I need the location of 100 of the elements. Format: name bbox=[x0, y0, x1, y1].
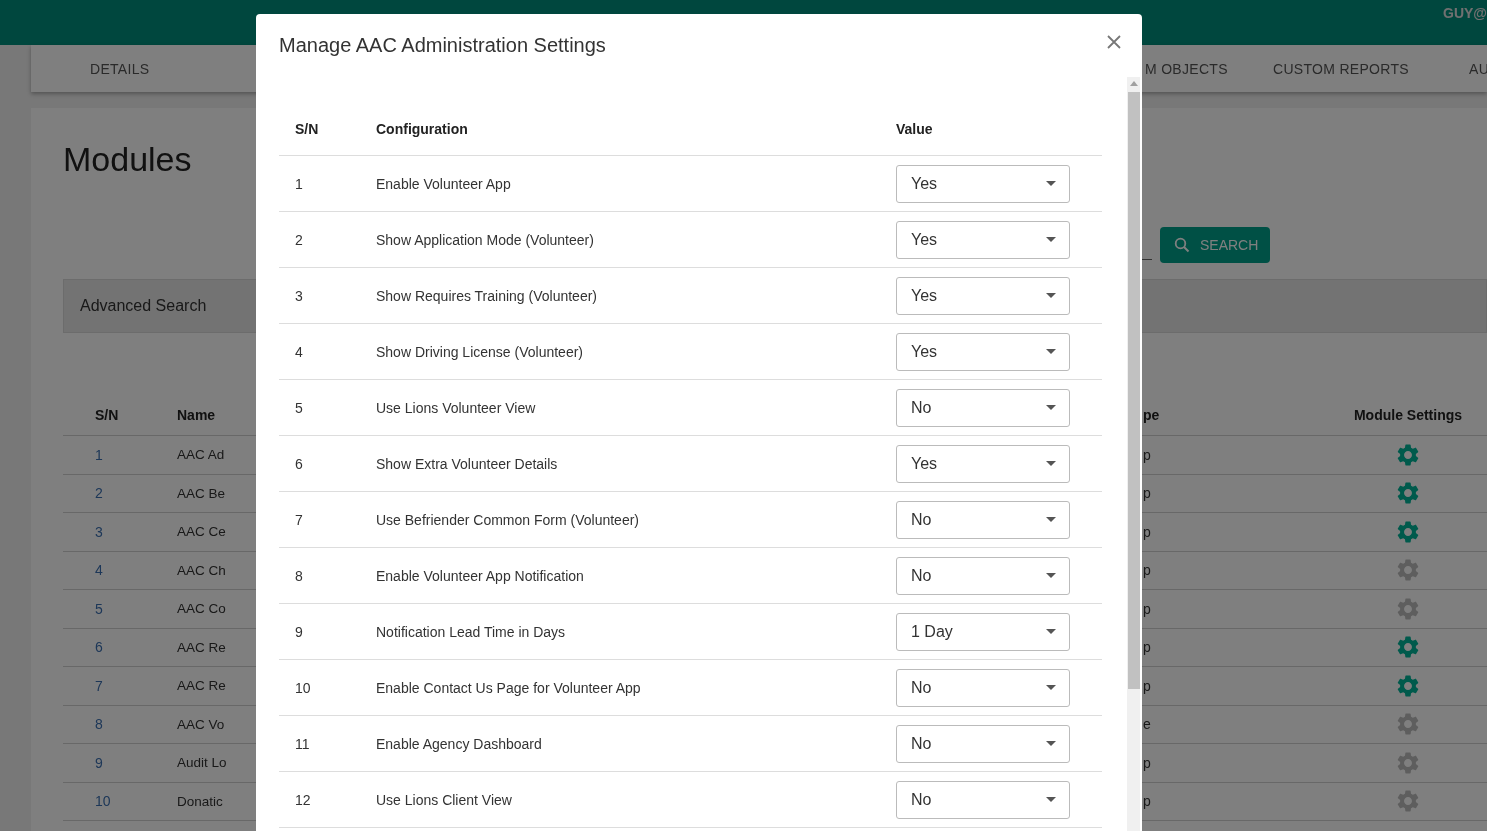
column-header: Name bbox=[177, 407, 216, 423]
table-cell: p bbox=[1143, 485, 1151, 502]
table-cell: p bbox=[1143, 677, 1151, 694]
table-cell: AAC Co bbox=[177, 601, 226, 617]
table-cell-text: 7 bbox=[94, 677, 103, 694]
table-cell-text: 2 bbox=[294, 231, 304, 248]
table-cell: AAC Ch bbox=[177, 562, 226, 578]
table-cell-text: 10 bbox=[94, 793, 111, 810]
table-cell-text: Show Requires Training (Volunteer) bbox=[376, 287, 598, 304]
gear-icon[interactable] bbox=[1397, 751, 1419, 774]
caret-icon bbox=[1046, 349, 1056, 354]
table-cell-text: Enable Volunteer App bbox=[376, 175, 512, 192]
value-dropdown[interactable]: No bbox=[896, 556, 1070, 595]
table-cell: p bbox=[1143, 446, 1151, 463]
table-cell: Donatic bbox=[177, 793, 223, 809]
caret-icon bbox=[1046, 797, 1056, 802]
value-dropdown[interactable]: No bbox=[896, 668, 1070, 707]
value-dropdown[interactable]: No bbox=[896, 388, 1070, 427]
gear-icon[interactable] bbox=[1397, 559, 1419, 582]
table-cell-text: Enable Agency Dashboard bbox=[376, 735, 543, 752]
table-cell-text: Use Befriender Common Form (Volunteer) bbox=[376, 511, 640, 528]
value-dropdown[interactable]: Yes bbox=[896, 332, 1070, 371]
gear-icon[interactable] bbox=[1397, 482, 1419, 505]
value-dropdown[interactable]: No bbox=[896, 780, 1070, 819]
column-header: Value bbox=[896, 121, 934, 137]
close-icon[interactable] bbox=[1106, 34, 1122, 50]
user-email: GUY@ bbox=[1443, 5, 1487, 21]
table-cell: AAC Ce bbox=[177, 524, 226, 540]
gear-icon[interactable] bbox=[1397, 674, 1419, 697]
table-cell-text: 1 bbox=[294, 175, 304, 192]
table-cell-text: 3 bbox=[94, 523, 103, 540]
gear-icon[interactable] bbox=[1397, 636, 1419, 659]
caret-icon bbox=[1046, 741, 1056, 746]
table-cell: p bbox=[1143, 600, 1151, 617]
value-dropdown[interactable]: No bbox=[896, 724, 1070, 763]
column-header: Module Settings bbox=[1353, 407, 1463, 423]
table-cell-text: Enable Contact Us Page for Volunteer App bbox=[376, 679, 642, 696]
dialog-title: Manage AAC Administration Settings bbox=[279, 34, 606, 57]
table-cell-text: 4 bbox=[94, 562, 103, 579]
table-cell-text: 3 bbox=[294, 287, 304, 304]
table-cell-text: 6 bbox=[94, 639, 103, 656]
gear-icon[interactable] bbox=[1397, 597, 1419, 620]
table-cell: p bbox=[1143, 793, 1151, 810]
value-dropdown[interactable]: Yes bbox=[896, 164, 1070, 203]
column-header: Configuration bbox=[376, 121, 469, 137]
table-cell-text: Notification Lead Time in Days bbox=[376, 623, 567, 640]
value-dropdown[interactable]: No bbox=[896, 500, 1070, 539]
table-cell-text: 9 bbox=[294, 623, 304, 640]
search-icon bbox=[1174, 237, 1190, 253]
column-header: S/N bbox=[94, 407, 119, 423]
gear-icon[interactable] bbox=[1397, 443, 1419, 466]
table-cell: AAC Vo bbox=[177, 716, 225, 732]
caret-icon bbox=[1046, 293, 1056, 298]
table-cell: AAC Re bbox=[177, 678, 226, 694]
caret-icon bbox=[1046, 237, 1056, 242]
scrollbar[interactable] bbox=[1127, 77, 1140, 831]
scroll-up-icon[interactable] bbox=[1129, 81, 1138, 86]
table-cell: p bbox=[1143, 754, 1151, 771]
value-dropdown[interactable]: Yes bbox=[896, 220, 1070, 259]
table-cell-text: 12 bbox=[294, 791, 312, 808]
column-header: pe bbox=[1143, 407, 1160, 423]
caret-icon bbox=[1046, 685, 1056, 690]
table-cell-text: 1 bbox=[94, 446, 103, 463]
table-cell-text: Use Lions Volunteer View bbox=[376, 399, 537, 416]
table-cell-text: 11 bbox=[294, 735, 311, 752]
table-cell: Audit Lo bbox=[177, 755, 227, 771]
nav-tab[interactable]: DETAILS bbox=[90, 60, 150, 77]
table-cell-text: Show Extra Volunteer Details bbox=[376, 455, 559, 472]
table-cell: AAC Ad bbox=[177, 447, 225, 463]
table-cell: e bbox=[1143, 716, 1151, 733]
nav-tab[interactable]: M OBJECTS bbox=[1145, 60, 1228, 77]
caret-icon bbox=[1046, 573, 1056, 578]
table-cell-text: 8 bbox=[94, 716, 103, 733]
caret-icon bbox=[1046, 629, 1056, 634]
value-dropdown[interactable]: 1 Day bbox=[896, 612, 1070, 651]
value-dropdown[interactable]: Yes bbox=[896, 276, 1070, 315]
table-cell-text: 4 bbox=[294, 343, 304, 360]
caret-icon bbox=[1046, 461, 1056, 466]
table-cell: p bbox=[1143, 639, 1151, 656]
gear-icon[interactable] bbox=[1397, 790, 1419, 813]
table-cell-text: 7 bbox=[294, 511, 304, 528]
caret-icon bbox=[1046, 517, 1056, 522]
table-cell-text: 5 bbox=[294, 399, 304, 416]
table-cell-text: 9 bbox=[94, 754, 103, 771]
table-cell-text: 8 bbox=[294, 567, 304, 584]
gear-icon[interactable] bbox=[1397, 520, 1419, 543]
gear-icon[interactable] bbox=[1397, 713, 1419, 736]
table-cell-text: 5 bbox=[94, 600, 103, 617]
table-cell-text: 10 bbox=[294, 679, 312, 696]
caret-icon bbox=[1046, 405, 1056, 410]
table-cell-text: 6 bbox=[294, 455, 304, 472]
table-cell: AAC Be bbox=[177, 485, 226, 501]
nav-tab[interactable]: CUSTOM REPORTS bbox=[1273, 60, 1409, 77]
table-cell: AAC Re bbox=[177, 639, 226, 655]
column-header: S/N bbox=[294, 121, 320, 137]
table-cell: p bbox=[1143, 523, 1151, 540]
value-dropdown[interactable]: Yes bbox=[896, 444, 1070, 483]
table-cell-text: Use Lions Client View bbox=[376, 791, 513, 808]
page-title: Modules bbox=[63, 140, 192, 180]
table-cell-text: Show Application Mode (Volunteer) bbox=[376, 231, 595, 248]
